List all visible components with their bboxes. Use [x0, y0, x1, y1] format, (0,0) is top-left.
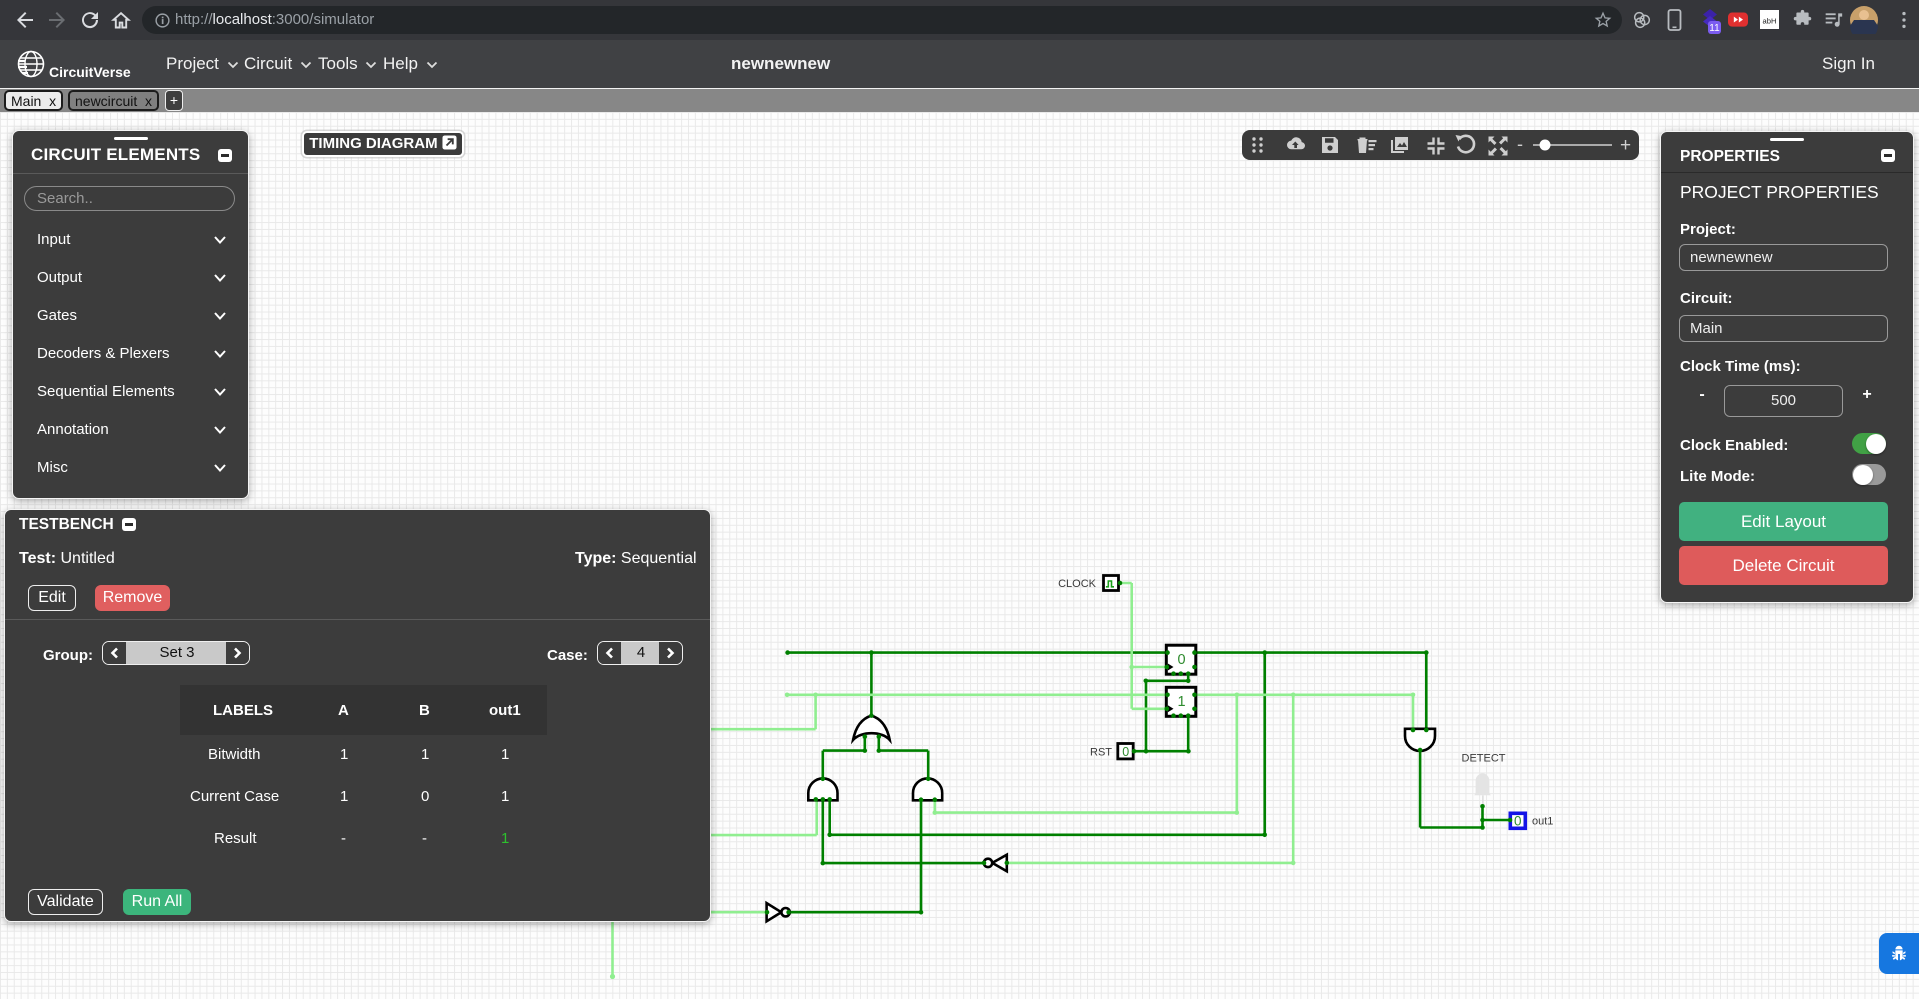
svg-text:0: 0 — [1177, 652, 1185, 668]
svg-text:CLOCK: CLOCK — [1058, 578, 1097, 590]
svg-text:out1: out1 — [1532, 816, 1553, 828]
svg-text:+: + — [1620, 135, 1631, 156]
svg-text:0: 0 — [1514, 814, 1522, 829]
svg-text:abH: abH — [1763, 16, 1777, 25]
svg-text:11: 11 — [1709, 23, 1720, 34]
svg-text:-: - — [1517, 134, 1523, 154]
svg-text:0: 0 — [1122, 745, 1129, 759]
svg-text:1: 1 — [1177, 694, 1185, 710]
svg-text:RST: RST — [1090, 747, 1112, 759]
svg-text:DETECT: DETECT — [1462, 753, 1506, 765]
